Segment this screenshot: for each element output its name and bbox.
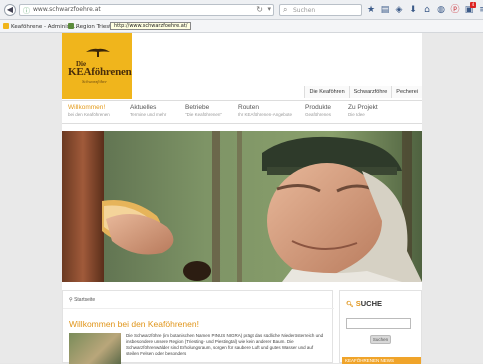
address-bar[interactable]: ⓘ www.schwarzfoehre.at ↻ ▾ — [19, 4, 274, 16]
breadcrumb-home[interactable]: Startseite — [74, 297, 95, 303]
pinterest-icon[interactable]: ⓟ — [450, 4, 460, 16]
bookmark-item[interactable]: Keaföhrene - Administ... — [3, 23, 77, 30]
search-widget: 🔍︎ SUCHE Suchen KEAFÖHRENEN NEWS — [339, 290, 422, 364]
nav-item-routen[interactable]: Routen Ihr KEAföhrenen-Angebote — [238, 104, 292, 117]
intro-text: Die Schwarzföhre (im botanischen Namen P… — [126, 333, 324, 356]
toplink-schwarzfoehre[interactable]: Schwarzföhre — [348, 86, 392, 98]
back-icon[interactable]: ◀ — [4, 4, 16, 16]
page-title: Willkommen bei den Keaföhrenen! — [69, 319, 199, 329]
intro-thumbnail — [69, 333, 121, 364]
search-bar[interactable]: ⌕ Suchen — [279, 4, 362, 16]
link-tooltip: http://www.schwarzfoehre.at/ — [110, 22, 192, 30]
page-background: Die KEAföhrenen Schwarzföhre Die Keaföhr… — [0, 33, 483, 364]
pocket-icon[interactable]: ◈ — [394, 4, 404, 16]
logo-name: KEAföhrenen — [68, 66, 132, 78]
top-links: Die Keaföhren Schwarzföhre Pecherei — [304, 86, 422, 98]
toplink-die-keafoehren[interactable]: Die Keaföhren — [304, 86, 349, 98]
hero-image — [62, 131, 422, 282]
home-icon[interactable]: ⌂ — [422, 4, 432, 16]
toolbar-icons: ★ ▤ ◈ ⬇ ⌂ ◍ ⓟ ▣ 4 ≡ — [366, 2, 483, 16]
sync-icon[interactable]: ◍ — [436, 4, 446, 16]
main-nav: Willkommen! bei den Keaföhrenen Aktuelle… — [62, 100, 422, 124]
search-input[interactable] — [346, 318, 411, 329]
download-icon[interactable]: ⬇ — [408, 4, 418, 16]
favicon-icon — [3, 23, 9, 29]
logo-sub: Schwarzföhre — [82, 79, 107, 84]
toplink-pecherei[interactable]: Pecherei — [391, 86, 422, 98]
hero-photo — [62, 131, 422, 282]
search-button[interactable]: Suchen — [370, 335, 391, 344]
site-container: Die KEAföhrenen Schwarzföhre Die Keaföhr… — [62, 33, 422, 364]
reload-icon[interactable]: ↻ — [256, 5, 263, 14]
search-icon: ⌕ — [283, 5, 288, 14]
welcome-section: ⚲ Startseite Willkommen bei den Keaföhre… — [62, 290, 334, 364]
extension-icon[interactable]: ▣ 4 — [464, 2, 476, 16]
favicon-icon — [68, 23, 74, 29]
bookmarks-bar: Keaföhrene - Administ... Region Triestin… — [0, 20, 483, 33]
breadcrumb: ⚲ Startseite — [69, 297, 95, 303]
pine-tree-icon — [86, 48, 110, 57]
address-url: www.schwarzfoehre.at — [33, 6, 101, 13]
location-pin-icon: ⚲ — [69, 297, 73, 303]
divider — [63, 308, 334, 309]
search-widget-title: 🔍︎ SUCHE — [346, 299, 382, 308]
nav-item-produkte[interactable]: Produkte Geaföhrenes — [305, 104, 331, 117]
search-icon: 🔍︎ — [346, 302, 354, 308]
chevron-down-icon[interactable]: ▾ — [267, 5, 271, 13]
site-logo[interactable]: Die KEAföhrenen Schwarzföhre — [62, 33, 132, 99]
nav-item-willkommen[interactable]: Willkommen! bei den Keaföhrenen — [68, 104, 110, 117]
reader-icon[interactable]: ▤ — [380, 4, 390, 16]
nav-item-aktuelles[interactable]: Aktuelles Termine und mehr — [130, 104, 166, 117]
site-info-icon[interactable]: ⓘ — [23, 6, 30, 16]
nav-item-projekt[interactable]: Zu Projekt Die Idee — [348, 104, 378, 117]
bookmark-star-icon[interactable]: ★ — [366, 4, 376, 16]
menu-icon[interactable]: ≡ — [478, 4, 483, 16]
browser-toolbar: ◀ ⓘ www.schwarzfoehre.at ↻ ▾ ⌕ Suchen ★ … — [0, 0, 483, 20]
nav-item-betriebe[interactable]: Betriebe "Die Keaföhrenen" — [185, 104, 222, 117]
search-placeholder: Suchen — [293, 7, 316, 14]
